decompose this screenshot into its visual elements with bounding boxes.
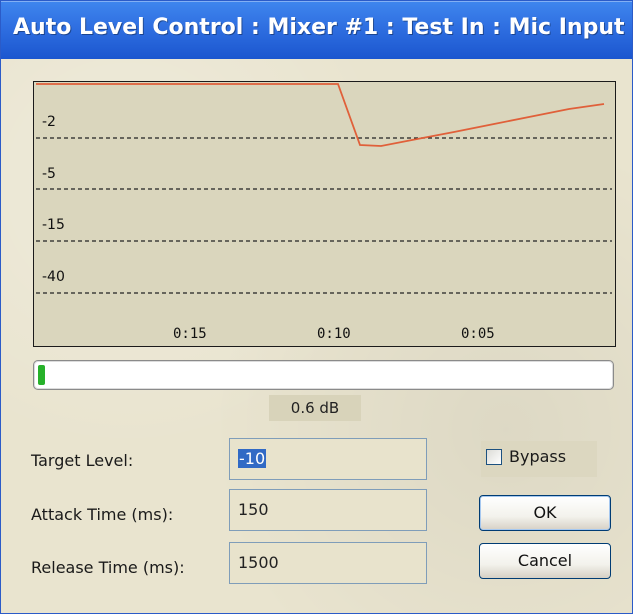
target-level-label: Target Level: (31, 451, 134, 470)
x-label-0-10: 0:10 (317, 326, 351, 342)
release-time-input[interactable]: 1500 (229, 542, 427, 584)
attack-time-label: Attack Time (ms): (31, 505, 174, 524)
y-label-minus-40: -40 (42, 269, 65, 285)
x-label-0-15: 0:15 (173, 326, 207, 342)
ok-button[interactable]: OK (479, 495, 611, 531)
release-time-label: Release Time (ms): (31, 558, 185, 577)
y-label-minus-2: -2 (42, 114, 56, 130)
bypass-checkbox[interactable] (486, 449, 502, 465)
title-bar[interactable]: Auto Level Control : Mixer #1 : Test In … (1, 1, 632, 59)
graph-canvas: -2 -5 -15 -40 0:15 0:10 0:05 (36, 83, 612, 342)
window-title: Auto Level Control : Mixer #1 : Test In … (13, 15, 625, 40)
level-history-graph: -2 -5 -15 -40 0:15 0:10 0:05 (33, 81, 616, 347)
cancel-button[interactable]: Cancel (479, 543, 611, 579)
level-meter (33, 360, 614, 390)
target-level-value: -10 (238, 449, 267, 468)
target-level-input[interactable]: -10 (229, 438, 427, 480)
level-trace-line (36, 83, 605, 147)
auto-level-control-dialog: Auto Level Control : Mixer #1 : Test In … (0, 0, 633, 614)
grid-lines (36, 137, 612, 294)
y-label-minus-5: -5 (42, 166, 56, 182)
attack-time-input[interactable]: 150 (229, 489, 427, 531)
x-label-0-05: 0:05 (461, 326, 495, 342)
level-meter-readout: 0.6 dB (269, 395, 361, 421)
bypass-label[interactable]: Bypass (509, 447, 566, 466)
level-meter-fill (38, 365, 45, 385)
bypass-checkbox-group[interactable]: Bypass (481, 441, 597, 477)
y-label-minus-15: -15 (42, 217, 65, 233)
